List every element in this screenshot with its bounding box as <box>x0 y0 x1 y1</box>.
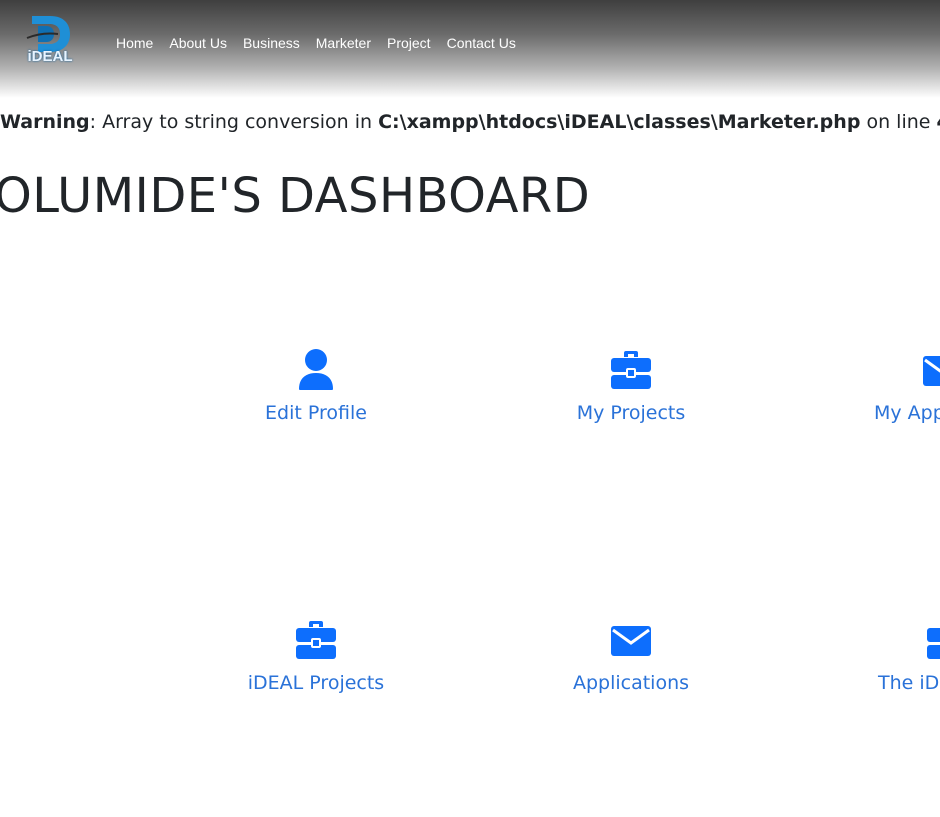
warning-message-part1: : Array to string conversion in <box>89 111 379 133</box>
nav-about-us[interactable]: About Us <box>161 34 235 52</box>
the-ideal-tile[interactable]: The iDE <box>872 618 940 696</box>
ideal-projects-tile[interactable]: iDEAL Projects <box>186 618 446 696</box>
site-logo[interactable]: iDEAL <box>24 12 76 68</box>
tile-label: Applications <box>572 672 690 694</box>
warning-file-path: C:\xampp\htdocs\iDEAL\classes\Marketer.p… <box>378 111 861 133</box>
briefcase-icon <box>296 621 336 659</box>
nav-home[interactable]: Home <box>108 34 161 52</box>
page-title: OLUMIDE'S DASHBOARD <box>0 168 591 224</box>
applications-tile[interactable]: Applications <box>501 618 761 696</box>
user-icon <box>299 349 333 390</box>
main-nav: Home About Us Business Marketer Project … <box>108 34 524 52</box>
tile-label: My Projects <box>576 402 686 424</box>
my-projects-tile[interactable]: My Projects <box>501 348 761 426</box>
tile-label: My App <box>874 402 940 424</box>
nav-project[interactable]: Project <box>379 34 439 52</box>
nav-contact-us[interactable]: Contact Us <box>439 34 524 52</box>
warning-line-number: 47 <box>937 111 940 133</box>
envelope-icon <box>611 626 651 656</box>
logo-text: iDEAL <box>27 48 73 65</box>
tile-label: iDEAL Projects <box>247 672 385 694</box>
tile-label: Edit Profile <box>265 402 367 424</box>
briefcase-icon <box>927 628 940 659</box>
tile-label: The iDE <box>878 672 940 694</box>
envelope-icon <box>923 356 940 386</box>
my-applications-tile[interactable]: My App <box>868 348 940 426</box>
nav-business[interactable]: Business <box>235 34 308 52</box>
php-warning: Warning: Array to string conversion in C… <box>0 110 940 134</box>
warning-label: Warning <box>0 111 90 133</box>
warning-message-part2: on line <box>860 111 937 133</box>
nav-marketer[interactable]: Marketer <box>308 34 379 52</box>
briefcase-icon <box>611 351 651 389</box>
navbar: iDEAL Home About Us Business Marketer Pr… <box>0 0 940 98</box>
edit-profile-tile[interactable]: Edit Profile <box>186 348 446 426</box>
